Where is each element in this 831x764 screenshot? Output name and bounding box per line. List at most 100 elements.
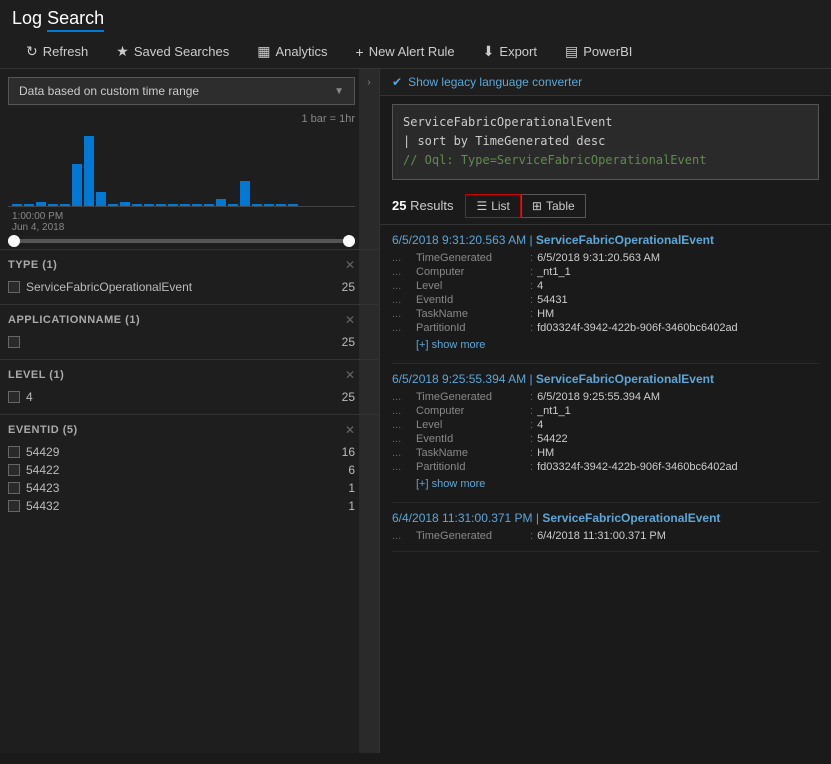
refresh-button[interactable]: ↻ Refresh (12, 35, 102, 68)
facet-close-icon[interactable]: ✕ (345, 258, 355, 272)
facet-row[interactable]: 544231 (8, 479, 355, 497)
title-main: Search (47, 8, 104, 32)
field-expand-icon[interactable]: ... (392, 266, 412, 278)
result-field: ...TimeGenerated:6/5/2018 9:31:20.563 AM (392, 251, 819, 265)
facet-row[interactable]: ServiceFabricOperationalEvent25 (8, 278, 355, 296)
field-colon: : (530, 322, 533, 334)
histogram-bar (120, 202, 130, 206)
star-icon: ★ (116, 43, 129, 60)
title-prefix: Log (12, 8, 42, 28)
result-title[interactable]: 6/4/2018 11:31:00.371 PM | ServiceFabric… (392, 511, 819, 525)
facet-row[interactable]: 544226 (8, 461, 355, 479)
field-expand-icon[interactable]: ... (392, 322, 412, 334)
result-title[interactable]: 6/5/2018 9:25:55.394 AM | ServiceFabricO… (392, 372, 819, 386)
field-value: 6/4/2018 11:31:00.371 PM (537, 530, 666, 542)
facet-section-type: TYPE (1) ✕ ServiceFabricOperationalEvent25 (0, 249, 379, 304)
facet-count: 25 (342, 390, 355, 404)
slider-thumb-right[interactable] (343, 235, 355, 247)
result-field: ...Level:4 (392, 279, 819, 293)
histogram-axis-label: 1:00:00 PM Jun 4, 2018 (12, 211, 355, 233)
facet-checkbox[interactable] (8, 464, 20, 476)
result-field: ...EventId:54422 (392, 432, 819, 446)
new-alert-rule-button[interactable]: + New Alert Rule (342, 36, 469, 68)
result-field: ...TaskName:HM (392, 446, 819, 460)
result-item: 6/4/2018 11:31:00.371 PM | ServiceFabric… (392, 503, 819, 552)
field-expand-icon[interactable]: ... (392, 252, 412, 264)
field-expand-icon[interactable]: ... (392, 461, 412, 473)
histogram-bar (84, 136, 94, 206)
analytics-button[interactable]: ▦ Analytics (243, 35, 341, 68)
results-count: 25 Results (392, 198, 453, 213)
field-expand-icon[interactable]: ... (392, 308, 412, 320)
histogram-bar (108, 204, 118, 206)
facet-close-icon[interactable]: ✕ (345, 423, 355, 437)
field-expand-icon[interactable]: ... (392, 433, 412, 445)
field-name: PartitionId (416, 322, 526, 334)
facet-title: TYPE (1) (8, 259, 57, 271)
analytics-icon: ▦ (257, 43, 270, 60)
view-table-button[interactable]: ⊞ Table (521, 194, 586, 218)
field-name: TaskName (416, 308, 526, 320)
query-editor[interactable]: ServiceFabricOperationalEvent| sort by T… (392, 104, 819, 180)
facet-checkbox[interactable] (8, 500, 20, 512)
field-value: 54422 (537, 433, 568, 445)
facet-checkbox[interactable] (8, 482, 20, 494)
show-more-link[interactable]: [+] show more (392, 335, 819, 355)
histogram-bar (240, 181, 250, 206)
export-button[interactable]: ⬇ Export (469, 35, 551, 68)
facet-label: 54429 (26, 445, 59, 459)
field-expand-icon[interactable]: ... (392, 447, 412, 459)
field-value: 4 (537, 419, 543, 431)
facet-count: 25 (342, 280, 355, 294)
facet-row[interactable]: 25 (8, 333, 355, 351)
facet-count: 6 (348, 463, 355, 477)
saved-searches-button[interactable]: ★ Saved Searches (102, 35, 243, 68)
field-value: 54431 (537, 294, 568, 306)
legacy-label: Show legacy language converter (408, 75, 582, 89)
field-name: TimeGenerated (416, 252, 526, 264)
result-field: ... PartitionId: fd03324f-3942-422b-906f-3… (392, 321, 819, 335)
facet-checkbox[interactable] (8, 446, 20, 458)
field-colon: : (530, 530, 533, 542)
field-colon: : (530, 294, 533, 306)
slider-track (8, 239, 355, 243)
field-expand-icon[interactable]: ... (392, 280, 412, 292)
histogram-bar (48, 204, 58, 206)
field-value: fd03324f-3942-422b-906f-3460bc6402ad (537, 322, 738, 334)
facet-checkbox[interactable] (8, 391, 20, 403)
facet-row[interactable]: 544321 (8, 497, 355, 515)
facet-close-icon[interactable]: ✕ (345, 368, 355, 382)
query-line: // Oql: Type=ServiceFabricOperationalEve… (403, 151, 808, 170)
histogram-bar (24, 204, 34, 206)
legacy-converter-bar[interactable]: ✔ Show legacy language converter (380, 69, 831, 96)
query-line: | sort by TimeGenerated desc (403, 132, 808, 151)
field-value: 6/5/2018 9:25:55.394 AM (537, 391, 660, 403)
facet-row[interactable]: 425 (8, 388, 355, 406)
field-name: EventId (416, 294, 526, 306)
field-name: Level (416, 280, 526, 292)
field-expand-icon[interactable]: ... (392, 294, 412, 306)
result-title[interactable]: 6/5/2018 9:31:20.563 AM | ServiceFabricO… (392, 233, 819, 247)
result-field: ... EventId:54431 (392, 293, 819, 307)
field-expand-icon[interactable]: ... (392, 405, 412, 417)
field-expand-icon[interactable]: ... (392, 391, 412, 403)
histogram-chart (8, 127, 355, 207)
field-expand-icon[interactable]: ... (392, 530, 412, 542)
histogram-bar (60, 204, 70, 206)
facet-close-icon[interactable]: ✕ (345, 313, 355, 327)
time-range-selector[interactable]: Data based on custom time range ▼ (8, 77, 355, 105)
histogram-bar (192, 204, 202, 206)
show-more-link[interactable]: [+] show more (392, 474, 819, 494)
facet-checkbox[interactable] (8, 281, 20, 293)
field-expand-icon[interactable]: ... (392, 419, 412, 431)
slider-thumb-left[interactable] (8, 235, 20, 247)
field-value: _nt1_1 (537, 405, 571, 417)
refresh-icon: ↻ (26, 43, 38, 60)
slider-fill (8, 239, 355, 243)
powerbi-button[interactable]: ▤ PowerBI (551, 35, 646, 68)
time-slider[interactable] (0, 233, 379, 249)
facet-row[interactable]: 5442916 (8, 443, 355, 461)
facet-checkbox[interactable] (8, 336, 20, 348)
field-name: TimeGenerated (416, 530, 526, 542)
view-list-button[interactable]: ☰ List (465, 194, 520, 218)
